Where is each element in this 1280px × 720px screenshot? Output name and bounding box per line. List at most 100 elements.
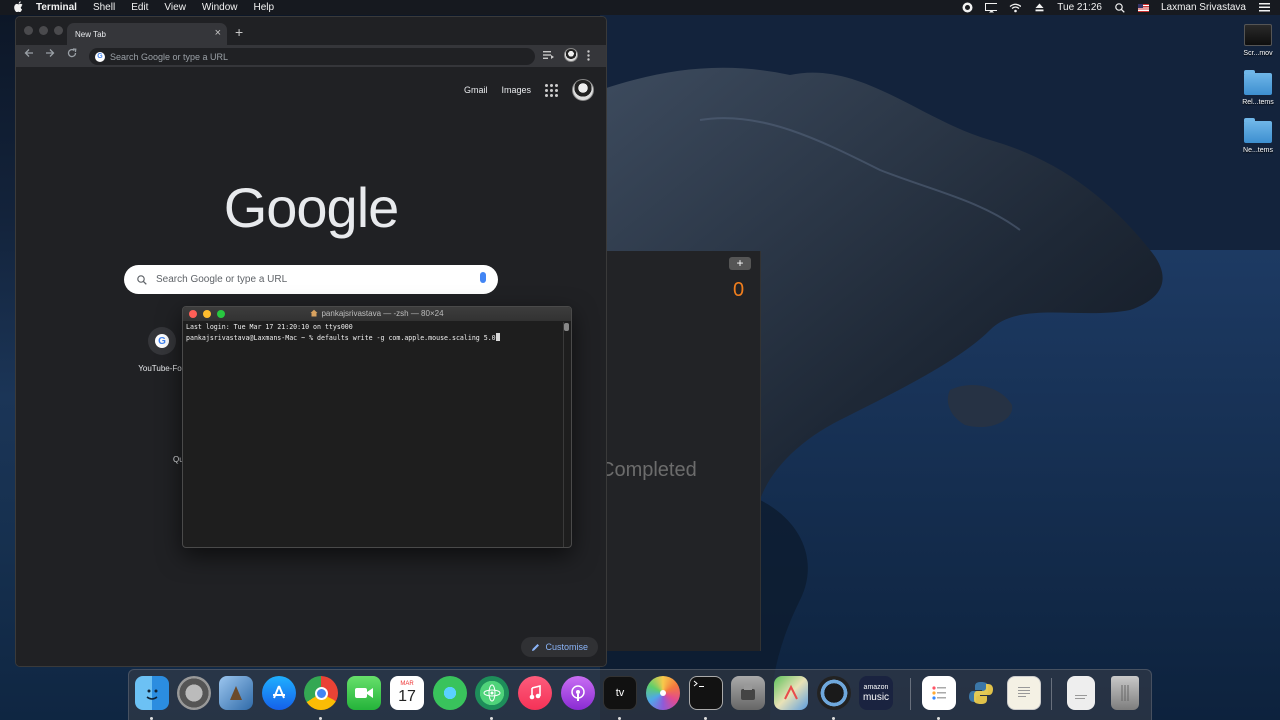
record-icon[interactable]	[961, 2, 973, 14]
maps-icon[interactable]	[774, 676, 808, 710]
apple-tv-icon[interactable]: tv	[603, 676, 637, 710]
media-queue-icon[interactable]	[543, 50, 554, 60]
document-icon[interactable]	[1067, 676, 1095, 710]
python-launcher-icon[interactable]	[964, 676, 998, 710]
terminal-line: pankajsrivastava@Laxmans-Mac ~ % default…	[186, 332, 568, 344]
music-label: music	[862, 692, 890, 703]
finder-icon[interactable]	[135, 676, 169, 710]
menu-bar: Terminal Shell Edit View Window Help Tue…	[0, 0, 1280, 15]
app-store-icon[interactable]	[262, 676, 296, 710]
close-window-button[interactable]	[189, 310, 197, 318]
top-links: Gmail Images	[464, 79, 594, 101]
textedit-icon[interactable]	[1007, 676, 1041, 710]
apple-tv-label: tv	[615, 687, 625, 699]
terminal-output[interactable]: Last login: Tue Mar 17 21:20:10 on ttys0…	[183, 321, 571, 345]
desktop-item-label: Scr...mov	[1243, 50, 1273, 57]
dock-separator	[1051, 678, 1052, 710]
home-icon	[310, 308, 318, 322]
music-icon[interactable]	[518, 676, 552, 710]
amazon-music-icon[interactable]: amazon music	[859, 676, 893, 710]
desktop-item-folder-1[interactable]: Rel...tems	[1238, 70, 1278, 106]
apps-grid-icon[interactable]	[545, 83, 558, 97]
terminal-scrollbar[interactable]	[563, 322, 569, 547]
menu-window[interactable]: Window	[194, 2, 246, 13]
close-tab-icon[interactable]: ×	[215, 27, 221, 39]
images-link[interactable]: Images	[501, 85, 531, 95]
apple-icon[interactable]	[0, 0, 36, 15]
movie-icon	[1244, 24, 1272, 46]
tab-new-tab[interactable]: New Tab ×	[67, 23, 227, 45]
user-name[interactable]: Laxman Srivastava	[1161, 2, 1246, 13]
terminal-window[interactable]: pankajsrivastava — -zsh — 80×24 Last log…	[182, 306, 572, 548]
account-avatar[interactable]	[572, 79, 594, 101]
terminal-title: pankajsrivastava — -zsh — 80×24	[321, 309, 444, 318]
window-controls	[189, 310, 225, 318]
minimize-window-button[interactable]	[39, 26, 48, 35]
tab-title: New Tab	[75, 29, 106, 39]
system-preferences-icon[interactable]	[177, 676, 211, 710]
microphone-icon[interactable]	[480, 272, 486, 283]
menu-edit[interactable]: Edit	[123, 2, 156, 13]
window-controls	[24, 26, 63, 35]
gmail-link[interactable]: Gmail	[464, 85, 488, 95]
address-bar[interactable]: G Search Google or type a URL	[89, 48, 535, 65]
profile-avatar[interactable]	[564, 48, 578, 62]
terminal-icon[interactable]	[689, 676, 723, 710]
dock: MAR 17 tv amazon music	[128, 669, 1152, 720]
folder-icon	[1244, 118, 1272, 143]
calendar-icon[interactable]: MAR 17	[390, 676, 424, 710]
add-button[interactable]: +	[729, 257, 751, 270]
podcasts-icon[interactable]	[561, 676, 595, 710]
menu-shell[interactable]: Shell	[85, 2, 123, 13]
chrome-icon[interactable]	[304, 676, 338, 710]
search-icon[interactable]	[1114, 2, 1126, 14]
background-app-window[interactable]: + 0 Completed	[600, 251, 761, 651]
utility-icon[interactable]	[731, 676, 765, 710]
find-my-icon[interactable]	[433, 676, 467, 710]
google-favicon-icon: G	[148, 327, 176, 355]
back-icon[interactable]	[24, 48, 34, 61]
customise-label: Customise	[545, 642, 588, 652]
menu-dots-icon[interactable]	[587, 49, 590, 61]
wifi-icon[interactable]	[1009, 2, 1022, 14]
tab-strip: New Tab × +	[16, 17, 606, 45]
google-icon: G	[95, 51, 105, 62]
menu-view[interactable]: View	[156, 2, 194, 13]
desktop-item-folder-2[interactable]: Ne...tems	[1238, 118, 1278, 154]
scrollbar-thumb[interactable]	[564, 323, 569, 331]
list-icon[interactable]	[1258, 2, 1270, 14]
trash-icon[interactable]	[1111, 676, 1139, 710]
menu-help[interactable]: Help	[246, 2, 283, 13]
close-window-button[interactable]	[24, 26, 33, 35]
minimize-window-button[interactable]	[203, 310, 211, 318]
photos-icon[interactable]	[646, 676, 680, 710]
reload-icon[interactable]	[67, 48, 77, 61]
facetime-icon[interactable]	[347, 676, 381, 710]
menu-app-terminal[interactable]: Terminal	[36, 2, 85, 13]
forward-icon[interactable]	[45, 48, 55, 61]
counter-value: 0	[733, 279, 745, 301]
terminal-titlebar[interactable]: pankajsrivastava — -zsh — 80×24	[183, 307, 571, 321]
flag-icon[interactable]	[1137, 3, 1149, 12]
eject-icon[interactable]	[1033, 2, 1045, 14]
new-tab-button[interactable]: +	[235, 24, 243, 40]
clock[interactable]: Tue 21:26	[1057, 2, 1102, 13]
display-icon[interactable]	[985, 2, 998, 14]
search-box[interactable]: Search Google or type a URL	[124, 265, 498, 294]
quicktime-icon[interactable]	[817, 676, 851, 710]
text-cursor	[495, 332, 500, 341]
reminders-icon[interactable]	[922, 676, 956, 710]
customise-button[interactable]: Customise	[521, 637, 598, 657]
pencil-icon	[532, 643, 540, 651]
address-bar-placeholder: Search Google or type a URL	[110, 51, 229, 62]
terminal-command: pankajsrivastava@Laxmans-Mac ~ % default…	[186, 333, 496, 342]
search-icon	[137, 274, 147, 285]
terminal-line: Last login: Tue Mar 17 21:20:10 on ttys0…	[186, 323, 353, 331]
browser-toolbar: G Search Google or type a URL	[16, 45, 606, 67]
desktop-item-movie[interactable]: Scr...mov	[1238, 24, 1278, 57]
zoom-window-button[interactable]	[54, 26, 63, 35]
atom-icon[interactable]	[475, 676, 509, 710]
preview-icon[interactable]	[219, 676, 253, 710]
desktop-item-label: Rel...tems	[1242, 99, 1274, 106]
zoom-window-button[interactable]	[217, 310, 225, 318]
